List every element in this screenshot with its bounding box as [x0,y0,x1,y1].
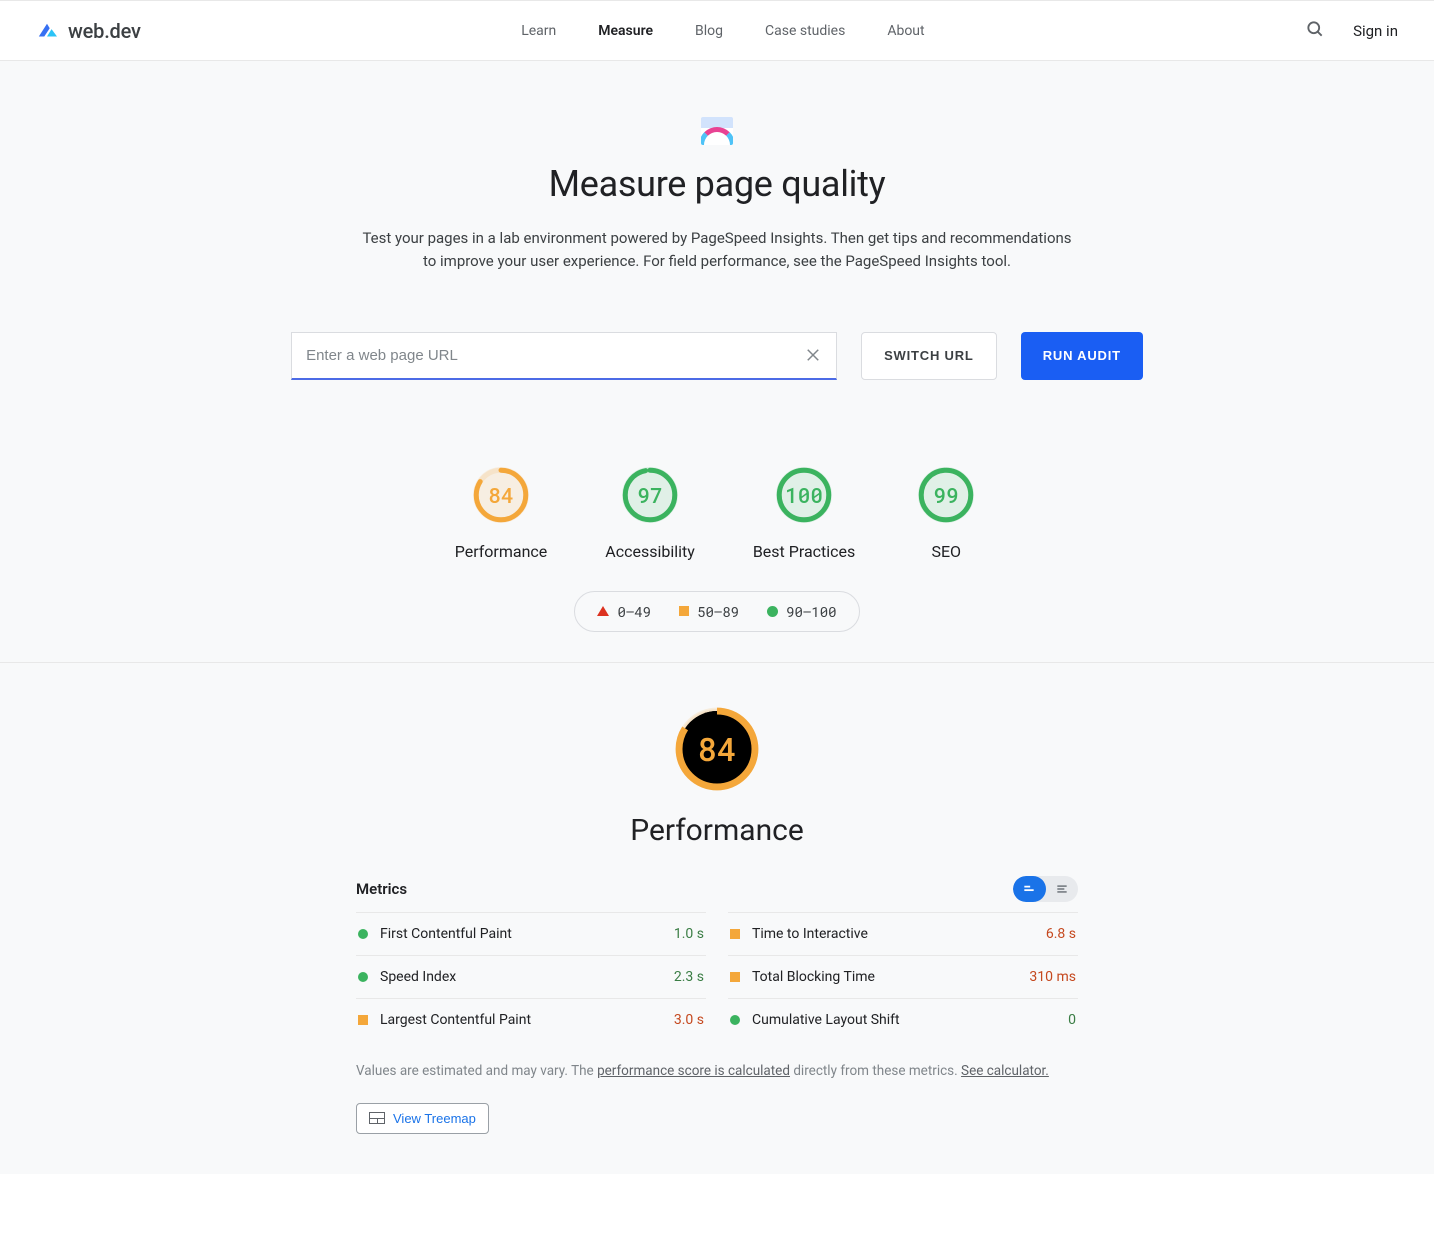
signin-link[interactable]: Sign in [1353,22,1398,40]
nav-learn[interactable]: Learn [521,23,556,39]
url-input[interactable] [306,347,804,364]
legend-avg: 50–89 [679,602,739,621]
gauge-seo[interactable]: 99 SEO [913,462,979,561]
status-dot-icon [358,1015,368,1025]
metric-name: First Contentful Paint [380,926,674,942]
legend-pass: 90–100 [767,602,836,621]
status-dot-icon [730,1015,740,1025]
metric-row: Largest Contentful Paint 3.0 s [356,998,706,1041]
gauge-accessibility[interactable]: 97 Accessibility [605,462,695,561]
status-dot-icon [358,972,368,982]
section-divider [0,662,1434,663]
page-description: Test your pages in a lab environment pow… [357,227,1077,274]
metrics-view-toggle[interactable] [1013,876,1078,902]
view-treemap-button[interactable]: View Treemap [356,1103,489,1134]
url-input-wrap[interactable] [291,332,837,380]
metric-value: 310 ms [1029,969,1076,985]
circle-icon [767,606,778,617]
legend-fail: 0–49 [597,602,651,621]
main-content: Measure page quality Test your pages in … [0,61,1434,1174]
toggle-compact-icon[interactable] [1013,876,1046,902]
status-dot-icon [358,929,368,939]
nav-about[interactable]: About [887,23,924,39]
search-icon[interactable] [1305,19,1325,43]
metric-row: Time to Interactive 6.8 s [728,912,1078,955]
url-audit-row: SWITCH URL RUN AUDIT [0,332,1434,380]
metric-name: Time to Interactive [752,926,1046,942]
metric-name: Cumulative Layout Shift [752,1012,1068,1028]
gauge-performance[interactable]: 84 Performance [455,462,548,561]
status-dot-icon [730,972,740,982]
metric-row: Speed Index 2.3 s [356,955,706,998]
hero: Measure page quality Test your pages in … [0,61,1434,274]
metrics-footnote: Values are estimated and may vary. The p… [356,1061,1078,1081]
metrics-heading: Metrics [356,880,407,898]
triangle-icon [597,606,609,616]
square-icon [679,606,689,616]
metric-value: 2.3 s [674,969,704,985]
metric-value: 1.0 s [674,926,704,942]
metric-name: Total Blocking Time [752,969,1029,985]
metric-row: Total Blocking Time 310 ms [728,955,1078,998]
treemap-icon [369,1112,385,1124]
main-nav: Learn Measure Blog Case studies About [141,23,1305,39]
gauge-best-practices[interactable]: 100 Best Practices [753,462,855,561]
metric-name: Speed Index [380,969,674,985]
perf-score-calc-link[interactable]: performance score is calculated [597,1063,790,1079]
close-icon[interactable] [804,346,822,364]
toggle-expanded-icon[interactable] [1046,876,1079,902]
performance-detail: 84 Performance Metrics First Contentful … [356,703,1078,1134]
switch-url-button[interactable]: SWITCH URL [861,332,997,380]
score-legend: 0–49 50–89 90–100 [0,591,1434,632]
nav-case-studies[interactable]: Case studies [765,23,845,39]
run-audit-button[interactable]: RUN AUDIT [1021,332,1143,380]
site-header: web.dev Learn Measure Blog Case studies … [0,0,1434,61]
page-title: Measure page quality [0,163,1434,205]
brand-text: web.dev [68,19,141,43]
performance-big-gauge: 84 [671,703,763,795]
metric-row: Cumulative Layout Shift 0 [728,998,1078,1041]
webdev-logo-icon [36,21,58,41]
metric-row: First Contentful Paint 1.0 s [356,912,706,955]
nav-measure[interactable]: Measure [598,23,653,39]
category-gauges: 84 Performance 97 Accessibility 100 Best… [0,462,1434,561]
metrics-grid: First Contentful Paint 1.0 s Time to Int… [356,912,1078,1041]
metric-value: 3.0 s [674,1012,704,1028]
metric-name: Largest Contentful Paint [380,1012,674,1028]
gauge-hero-icon [701,117,733,145]
detail-title: Performance [356,813,1078,848]
see-calculator-link[interactable]: See calculator. [961,1063,1049,1079]
metric-value: 0 [1068,1012,1076,1028]
status-dot-icon [730,929,740,939]
site-logo[interactable]: web.dev [36,19,141,43]
nav-blog[interactable]: Blog [695,23,723,39]
metric-value: 6.8 s [1046,926,1076,942]
